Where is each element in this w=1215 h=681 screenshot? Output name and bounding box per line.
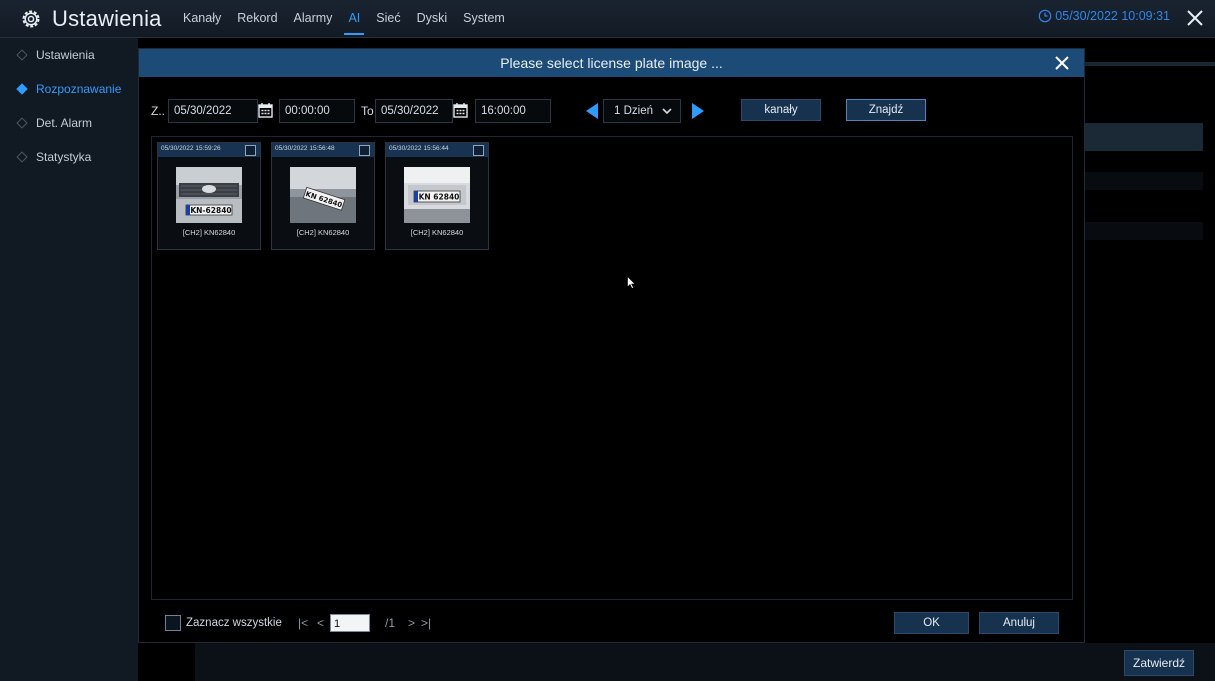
- last-page-button[interactable]: >|: [421, 612, 431, 634]
- diamond-bullet-icon: [16, 117, 28, 129]
- to-label: To: [361, 104, 374, 118]
- system-clock: 05/30/2022 10:09:31: [1038, 9, 1170, 23]
- app-title-group: Ustawienia: [20, 5, 162, 33]
- from-time-field[interactable]: 00:00:00: [279, 99, 355, 123]
- top-bar: Ustawienia Kanały Rekord Alarmy AI Sieć …: [0, 0, 1215, 38]
- license-plate-image: KN-62840: [176, 167, 242, 223]
- thumbnail-caption: [CH2] KN62840: [296, 228, 350, 237]
- to-date-field[interactable]: 05/30/2022: [375, 99, 453, 123]
- calendar-icon[interactable]: [258, 102, 273, 118]
- prev-page-button[interactable]: <: [317, 612, 324, 634]
- tab-system[interactable]: System: [455, 0, 513, 38]
- select-all-checkbox[interactable]: [165, 615, 181, 631]
- license-plate-dialog: Please select license plate image ... Z.…: [138, 48, 1085, 643]
- main-nav: Kanały Rekord Alarmy AI Sieć Dyski Syste…: [175, 0, 513, 38]
- dialog-title: Please select license plate image ...: [500, 55, 723, 71]
- thumbnail-checkbox[interactable]: [473, 145, 484, 156]
- chevron-down-icon: [662, 108, 672, 115]
- search-filter-row: Z.. 05/30/2022 00:00:00 To 05/30/2022 16…: [151, 99, 1071, 123]
- sidebar-item-label: Statystyka: [36, 150, 92, 164]
- close-icon[interactable]: [1052, 53, 1072, 73]
- sidebar: Ustawienia Rozpoznawanie Det. Alarm Stat…: [0, 38, 138, 681]
- close-icon[interactable]: [1183, 6, 1207, 30]
- bottom-bar: [195, 643, 1215, 681]
- channels-button[interactable]: kanały: [741, 99, 821, 121]
- ok-button[interactable]: OK: [894, 612, 969, 634]
- previous-period-arrow-icon[interactable]: [585, 102, 599, 120]
- thumbnail-header: 05/30/2022 15:56:48: [272, 143, 374, 157]
- tab-ai[interactable]: AI: [340, 0, 368, 38]
- page-total: /1: [385, 616, 396, 630]
- next-page-button[interactable]: >: [408, 612, 415, 634]
- mouse-pointer-icon: [627, 276, 636, 289]
- period-value: 1 Dzień: [614, 105, 653, 117]
- clock-datetime: 05/30/2022 10:09:31: [1055, 9, 1170, 23]
- dialog-header: Please select license plate image ...: [139, 49, 1084, 77]
- from-date-field[interactable]: 05/30/2022: [168, 99, 258, 123]
- next-period-arrow-icon[interactable]: [691, 102, 705, 120]
- thumbnail-timestamp: 05/30/2022 15:56:48: [275, 145, 335, 152]
- gear-icon: [22, 10, 40, 28]
- thumbnail-timestamp: 05/30/2022 15:56:44: [389, 145, 449, 152]
- background-row: [1085, 172, 1203, 190]
- sidebar-item-rozpoznawanie[interactable]: Rozpoznawanie: [0, 72, 138, 106]
- confirm-button[interactable]: Zatwierdź: [1124, 650, 1194, 676]
- clock-icon: [1038, 9, 1052, 23]
- page-number-input[interactable]: 1: [330, 614, 370, 632]
- thumbnail-timestamp: 05/30/2022 15:59:26: [161, 145, 221, 152]
- diamond-bullet-icon: [16, 151, 28, 163]
- thumbnail-header: 05/30/2022 15:56:44: [386, 143, 488, 157]
- select-all-label: Zaznacz wszystkie: [186, 617, 282, 629]
- background-row-highlight: [1085, 123, 1203, 151]
- period-select[interactable]: 1 Dzień: [603, 99, 681, 123]
- thumbnail-checkbox[interactable]: [245, 145, 256, 156]
- tab-rekord[interactable]: Rekord: [229, 0, 285, 38]
- result-thumbnail[interactable]: 05/30/2022 15:59:26 KN-62840 [CH2] KN628…: [157, 142, 261, 250]
- sidebar-item-ustawienia[interactable]: Ustawienia: [0, 38, 138, 72]
- tab-kanaly[interactable]: Kanały: [175, 0, 229, 38]
- thumbnail-header: 05/30/2022 15:59:26: [158, 143, 260, 157]
- sidebar-item-label: Ustawienia: [36, 48, 95, 62]
- result-thumbnail[interactable]: 05/30/2022 15:56:48 KN 62840 [CH2] KN628…: [271, 142, 375, 250]
- thumbnail-caption: [CH2] KN62840: [410, 228, 464, 237]
- license-plate-image: KN 62840: [290, 167, 356, 223]
- to-time-field[interactable]: 16:00:00: [475, 99, 551, 123]
- license-plate-image: KN 62840: [404, 167, 470, 223]
- thumbnail-checkbox[interactable]: [359, 145, 370, 156]
- sidebar-item-det-alarm[interactable]: Det. Alarm: [0, 106, 138, 140]
- diamond-bullet-icon: [16, 83, 28, 95]
- app-title: Ustawienia: [52, 6, 162, 31]
- calendar-icon[interactable]: [453, 102, 468, 118]
- diamond-bullet-icon: [16, 49, 28, 61]
- tab-alarmy[interactable]: Alarmy: [286, 0, 341, 38]
- tab-siec[interactable]: Sieć: [368, 0, 408, 38]
- results-grid: 05/30/2022 15:59:26 KN-62840 [CH2] KN628…: [151, 136, 1073, 600]
- tab-dyski[interactable]: Dyski: [409, 0, 456, 38]
- result-thumbnail[interactable]: 05/30/2022 15:56:44 KN 62840 [CH2] KN628…: [385, 142, 489, 250]
- sidebar-item-label: Det. Alarm: [36, 116, 93, 130]
- background-divider: [1085, 62, 1215, 66]
- search-button[interactable]: Znajdź: [846, 99, 926, 121]
- thumbnail-caption: [CH2] KN62840: [182, 228, 236, 237]
- cancel-button[interactable]: Anuluj: [979, 612, 1059, 634]
- sidebar-item-statystyka[interactable]: Statystyka: [0, 140, 138, 174]
- first-page-button[interactable]: |<: [298, 612, 308, 634]
- background-row: [1085, 222, 1203, 240]
- dialog-footer: Zaznacz wszystkie |< < 1 /1 > >| OK Anul…: [151, 612, 1073, 634]
- plate-text: KN 62840: [419, 193, 460, 202]
- sidebar-item-label: Rozpoznawanie: [36, 82, 122, 96]
- from-label: Z..: [151, 104, 165, 118]
- plate-text: KN-62840: [190, 206, 231, 215]
